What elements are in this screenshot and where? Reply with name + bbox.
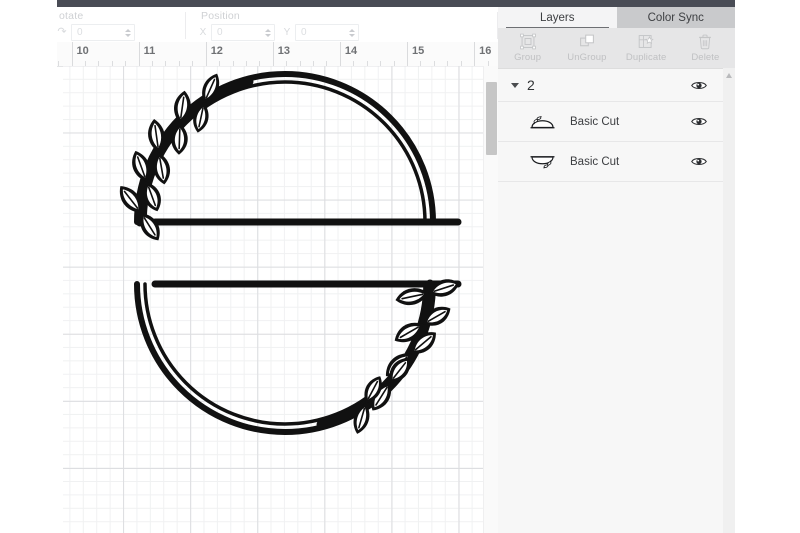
ruler-label: 13	[277, 45, 291, 57]
cricut-design-space-window: otate ↷ 0 Position X 0 Y 0 10 11 12 13 1…	[0, 0, 800, 533]
canvas-scroll-thumb[interactable]	[486, 82, 497, 155]
top-arc-thumb	[530, 115, 555, 128]
position-y-letter: Y	[283, 27, 291, 38]
ruler-major-tick	[71, 42, 73, 66]
group-button[interactable]: Group	[498, 28, 557, 68]
canvas-artwork[interactable]	[63, 66, 483, 533]
panel-tabs: Layers Color Sync	[498, 7, 735, 28]
position-x-letter: X	[199, 27, 207, 38]
tab-layers-label: Layers	[539, 11, 575, 24]
bottom-arc-thumb	[530, 155, 555, 169]
eye-icon[interactable]	[691, 116, 707, 127]
ruler-label: 11	[143, 45, 156, 57]
top-dark-bar	[57, 0, 735, 7]
ruler-major-tick	[272, 42, 274, 66]
design-canvas[interactable]	[63, 66, 483, 533]
position-group: Position X 0 Y 0	[199, 7, 389, 42]
layer-row-bottom-arc[interactable]: Basic Cut	[498, 142, 735, 182]
ruler-major-tick	[138, 42, 140, 66]
trash-icon	[699, 34, 712, 50]
rotate-stepper[interactable]	[124, 26, 131, 39]
duplicate-icon	[638, 35, 654, 48]
properties-toolbar: otate ↷ 0 Position X 0 Y 0	[57, 7, 498, 42]
duplicate-button[interactable]: Duplicate	[617, 28, 676, 68]
layer-group-row[interactable]: 2	[498, 69, 735, 102]
tab-layers[interactable]: Layers	[498, 7, 617, 28]
scroll-up-arrow-icon[interactable]	[725, 73, 732, 78]
layers-panel: Layers Color Sync Group UnGroup Duplicat…	[498, 7, 735, 533]
layer-list: 2 Basic Cut Basic Cut	[498, 69, 735, 182]
group-button-label: Group	[514, 52, 542, 63]
position-y-input[interactable]: 0	[295, 24, 359, 41]
ungroup-button-label: UnGroup	[567, 52, 607, 63]
layer-row-top-arc[interactable]: Basic Cut	[498, 102, 735, 142]
delete-button-label: Delete	[691, 52, 720, 63]
rotate-label: otate	[59, 10, 84, 22]
ruler-label: 14	[344, 45, 358, 57]
eye-icon[interactable]	[691, 80, 707, 91]
ruler-major-tick	[474, 42, 476, 66]
tab-color-sync-label: Color Sync	[647, 11, 704, 24]
tab-color-sync[interactable]: Color Sync	[617, 7, 736, 28]
layer-name-bottom: Basic Cut	[570, 155, 620, 168]
duplicate-button-label: Duplicate	[625, 52, 667, 63]
ungroup-button[interactable]: UnGroup	[557, 28, 616, 68]
position-label: Position	[201, 10, 240, 22]
delete-button[interactable]: Delete	[676, 28, 735, 68]
canvas-vertical-scrollbar[interactable]	[483, 66, 499, 533]
ruler-label: 15	[412, 45, 425, 57]
layer-action-bar: Group UnGroup Duplicate Delete	[498, 28, 735, 69]
position-x-input[interactable]: 0	[211, 24, 275, 41]
ruler-label: 10	[76, 45, 89, 57]
rotate-icon: ↷	[57, 26, 67, 38]
ruler-label: 12	[210, 45, 223, 57]
right-white-margin	[735, 0, 800, 533]
ruler-major-tick	[205, 42, 207, 66]
position-x-value: 0	[217, 27, 223, 38]
chevron-down-icon[interactable]	[511, 82, 519, 88]
eye-icon[interactable]	[691, 156, 707, 167]
layer-group-name: 2	[527, 77, 535, 93]
panel-vertical-scrollbar[interactable]	[723, 68, 735, 533]
rotate-value: 0	[77, 27, 83, 38]
horizontal-ruler[interactable]: 10 11 12 13 14 15 16	[57, 42, 498, 67]
ungroup-icon	[579, 34, 594, 47]
position-y-stepper[interactable]	[348, 26, 355, 39]
group-icon	[519, 33, 536, 50]
ruler-label: 16	[479, 45, 492, 57]
position-x-stepper[interactable]	[264, 26, 271, 39]
ruler-major-tick	[339, 42, 341, 66]
rotate-group: otate ↷ 0	[57, 7, 177, 42]
ruler-major-tick	[407, 42, 408, 66]
rotate-input[interactable]: 0	[71, 24, 135, 41]
position-y-value: 0	[301, 27, 307, 38]
layer-name-top: Basic Cut	[570, 115, 620, 128]
left-gutter	[0, 0, 57, 533]
toolbar-divider	[185, 12, 186, 39]
ruler-minor-tick	[58, 61, 60, 66]
